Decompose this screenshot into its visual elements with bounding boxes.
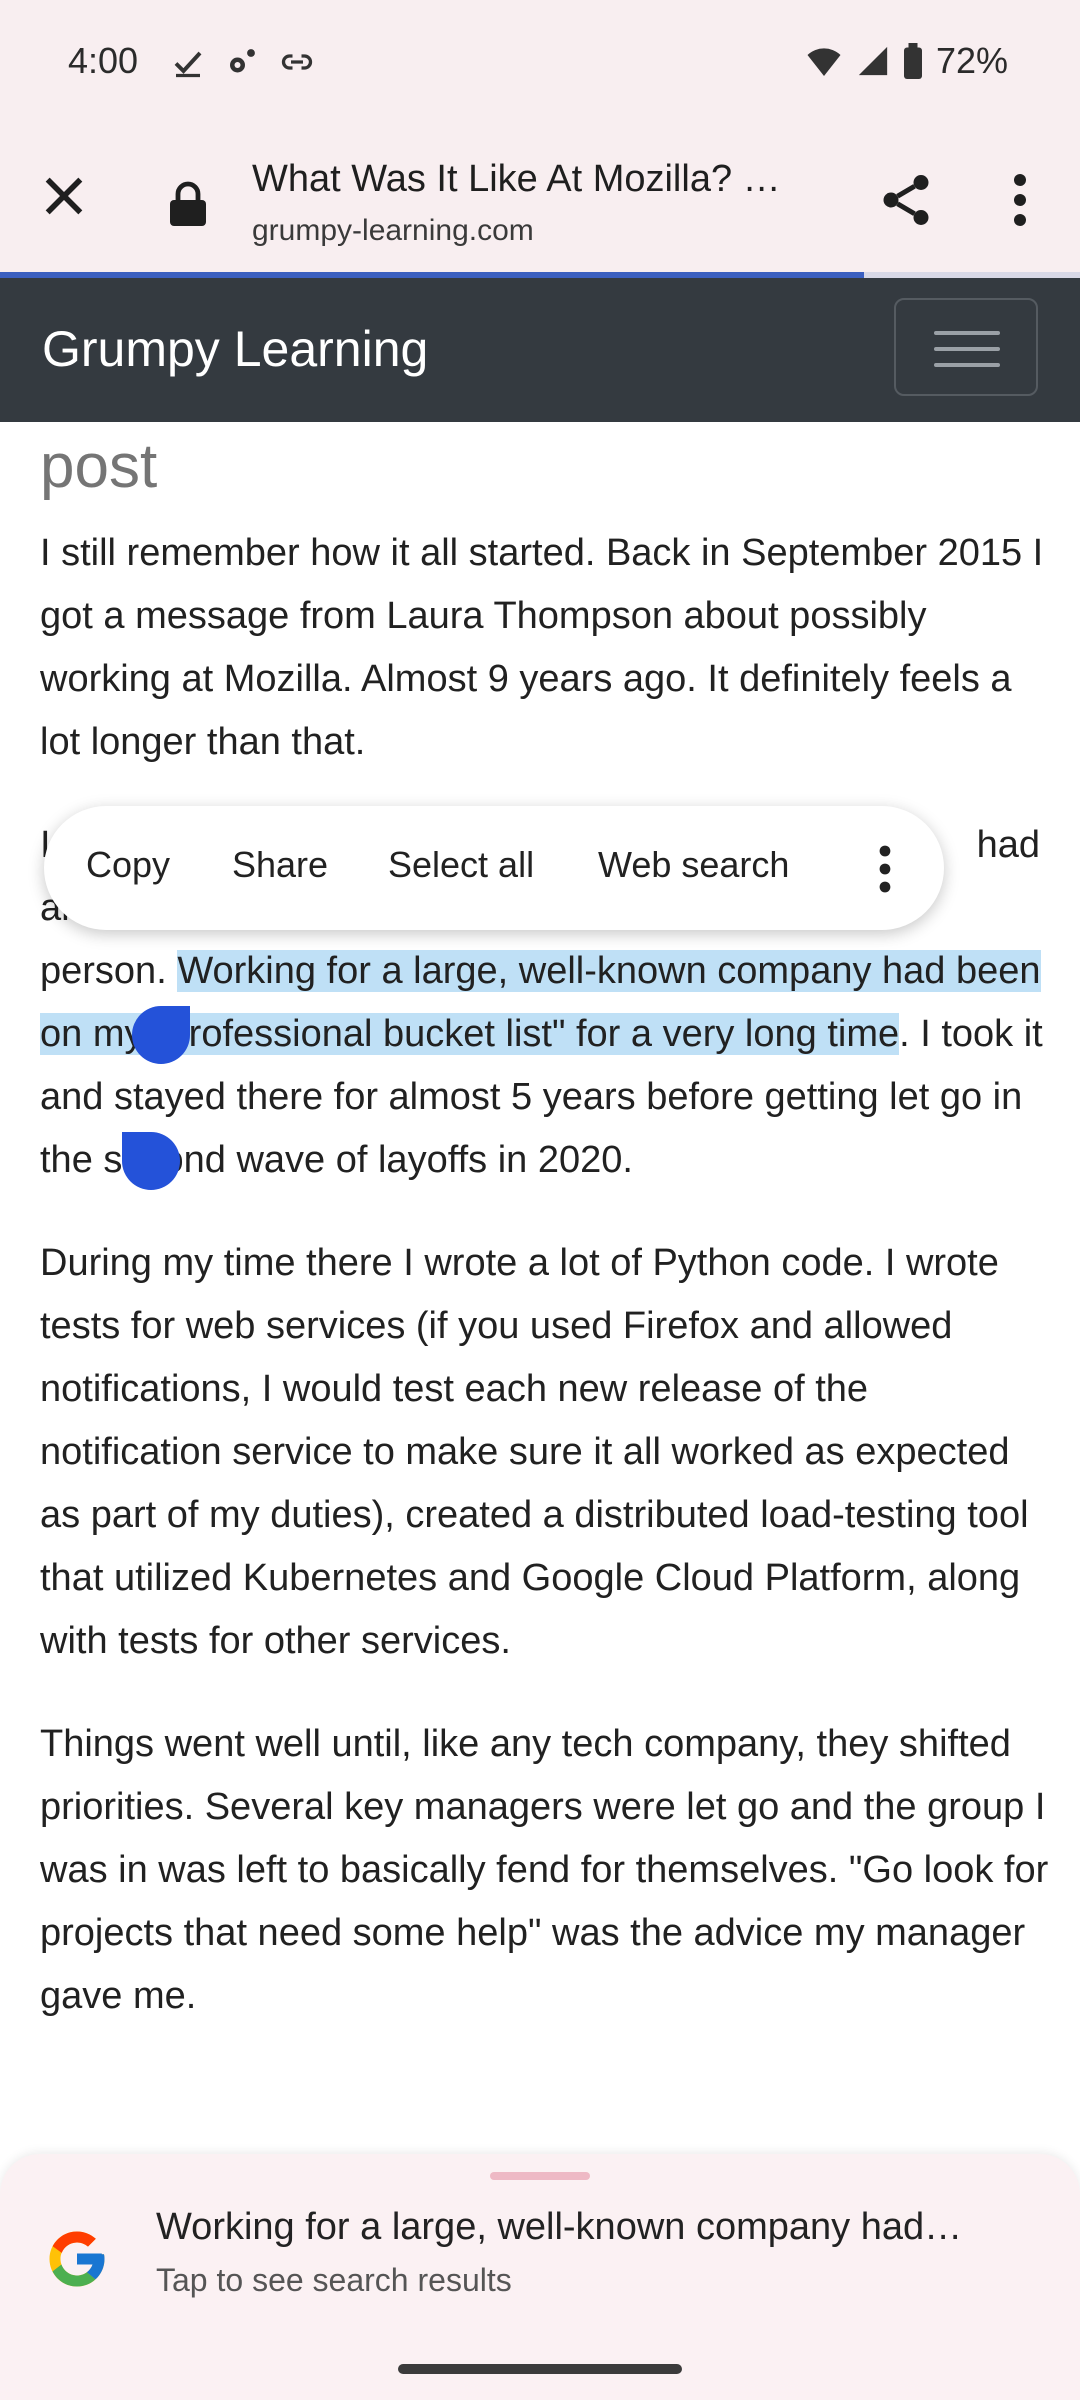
status-time: 4:00 bbox=[68, 40, 139, 81]
page-url[interactable]: grumpy-learning.com bbox=[252, 214, 534, 248]
article-content: post I still remember how it all started… bbox=[40, 420, 1050, 2068]
battery-icon bbox=[903, 43, 922, 79]
selection-end-handle[interactable] bbox=[122, 1132, 180, 1190]
status-left-icons bbox=[170, 44, 316, 80]
article-paragraph-1: I still remember how it all started. Bac… bbox=[40, 532, 1044, 764]
google-logo-icon bbox=[49, 2231, 105, 2287]
wifi-icon bbox=[807, 48, 841, 76]
close-icon[interactable] bbox=[36, 168, 92, 224]
share-button[interactable]: Share bbox=[232, 844, 328, 886]
google-search-sheet[interactable]: Working for a large, well-known company … bbox=[0, 2154, 1080, 2336]
share-icon[interactable] bbox=[876, 170, 936, 230]
status-bar: 4:00 72% bbox=[0, 0, 1080, 130]
text-selection-menu: Copy Share Select all Web search bbox=[44, 806, 944, 930]
article-heading-fragment: post bbox=[40, 432, 158, 501]
p2-line1-end: had bbox=[976, 824, 1040, 867]
selected-text[interactable]: Working for a large, well-known company … bbox=[40, 950, 1041, 1056]
web-search-button[interactable]: Web search bbox=[598, 844, 789, 886]
more-vert-icon[interactable] bbox=[870, 842, 900, 896]
copy-button[interactable]: Copy bbox=[86, 844, 170, 886]
p2-before-selection: person. bbox=[40, 950, 178, 993]
lock-icon[interactable] bbox=[168, 180, 208, 228]
site-brand[interactable]: Grumpy Learning bbox=[42, 320, 428, 378]
page-title[interactable]: What Was It Like At Mozilla? … bbox=[252, 158, 832, 201]
battery-percent: 72% bbox=[935, 40, 1008, 81]
search-query[interactable]: Working for a large, well-known company … bbox=[156, 2206, 1036, 2249]
hamburger-bar bbox=[934, 331, 1000, 335]
system-nav-bar bbox=[0, 2336, 1080, 2400]
more-vert-icon[interactable] bbox=[1000, 170, 1040, 230]
settings-dots-icon bbox=[230, 49, 255, 73]
browser-toolbar: What Was It Like At Mozilla? … grumpy-le… bbox=[0, 130, 1080, 272]
selection-start-handle[interactable] bbox=[132, 1006, 190, 1064]
article-paragraph-3: During my time there I wrote a lot of Py… bbox=[40, 1242, 1029, 1663]
search-subtitle: Tap to see search results bbox=[156, 2262, 512, 2298]
hamburger-bar bbox=[934, 347, 1000, 351]
hamburger-bar bbox=[934, 363, 1000, 367]
signal-icon bbox=[858, 46, 888, 76]
site-navbar: Grumpy Learning bbox=[0, 278, 1080, 422]
status-right-icons: 72% bbox=[804, 40, 1008, 82]
check-icon bbox=[174, 51, 202, 78]
hamburger-menu-button[interactable] bbox=[894, 298, 1038, 396]
link-icon bbox=[281, 54, 313, 70]
home-gesture-handle[interactable] bbox=[398, 2364, 682, 2374]
select-all-button[interactable]: Select all bbox=[388, 844, 534, 886]
article-paragraph-4: Things went well until, like any tech co… bbox=[40, 1723, 1049, 2018]
sheet-drag-handle[interactable] bbox=[490, 2172, 590, 2180]
